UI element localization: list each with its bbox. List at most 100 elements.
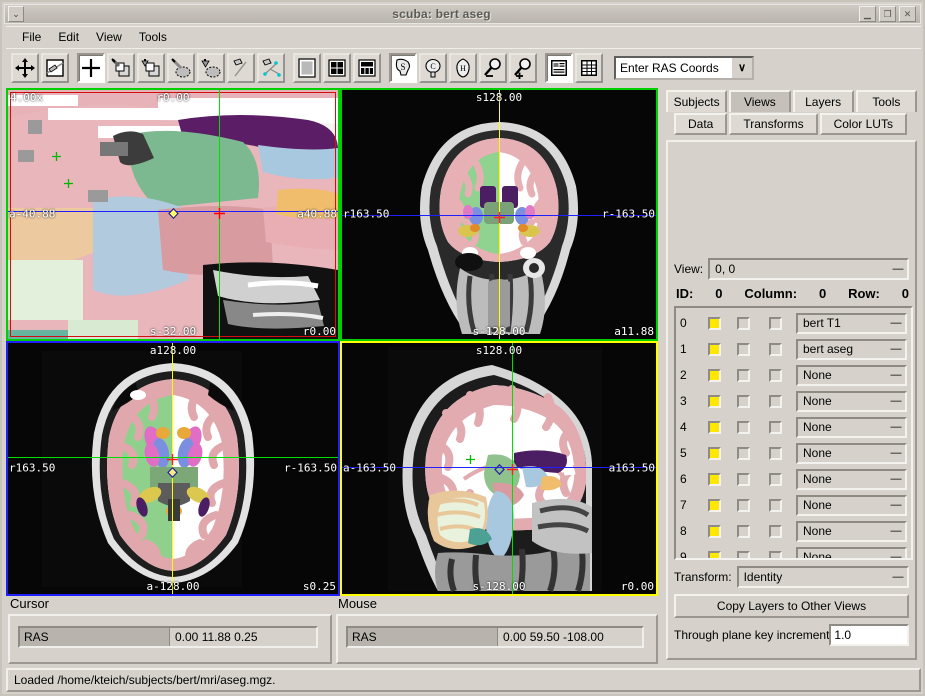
layer-info-checkbox[interactable] [769,499,782,512]
transform-combobox[interactable]: Identity — [737,566,909,588]
ras-coords-input[interactable]: Enter RAS Coords ∨ [614,56,754,80]
layer-visible-checkbox[interactable] [708,395,721,408]
layer-visible-checkbox[interactable] [708,317,721,330]
layer-visible-checkbox[interactable] [708,473,721,486]
copy-layers-to-other-views-button[interactable]: Copy Layers to Other Views [674,594,909,618]
cursor-ras-field[interactable]: RAS 0.00 11.88 0.25 [18,626,318,648]
chevron-down-icon[interactable]: — [887,395,905,407]
layer-info-checkbox[interactable] [769,525,782,538]
edit-path-icon-button[interactable] [257,53,285,83]
sagittal-plane-icon-button[interactable]: S [389,53,417,83]
subtab-data[interactable]: Data [674,113,727,135]
crosshair-marker-icon-button[interactable] [77,53,105,83]
layer-select-combobox[interactable]: None— [796,365,907,386]
chevron-down-icon[interactable]: — [889,571,907,583]
viewport-1-1-sagittal[interactable]: s128.00 s-128.00 a-163.50 a163.50 r0.00 [340,341,658,596]
layer-visible-checkbox[interactable] [708,499,721,512]
layer-info-checkbox[interactable] [769,421,782,434]
viewport-0-0-zoomed-segmentation[interactable]: 4.00x r0.00 s-32.00 a-40.88 a40.88 r0.00 [6,88,340,341]
viewport-0-1-canvas[interactable]: s128.00 s-128.00 r163.50 r-163.50 a11.88 [342,90,656,339]
chevron-down-icon[interactable]: — [889,263,907,275]
menu-tools[interactable]: Tools [131,28,176,46]
layer-visible-checkbox[interactable] [708,525,721,538]
menu-view[interactable]: View [88,28,131,46]
layer-locked-checkbox[interactable] [737,369,750,382]
mouse-ras-field[interactable]: RAS 0.00 59.50 -108.00 [346,626,644,648]
plane-rotate-icon-button[interactable] [41,53,69,83]
chevron-down-icon[interactable]: — [887,447,905,459]
layer-info-checkbox[interactable] [769,447,782,460]
move-navigate-icon-button[interactable] [11,53,39,83]
layer-locked-checkbox[interactable] [737,395,750,408]
layer-info-checkbox[interactable] [769,343,782,356]
layer-select-combobox[interactable]: bert T1— [796,313,907,334]
layer-visible-checkbox[interactable] [708,421,721,434]
layer-info-checkbox[interactable] [769,317,782,330]
viewport-1-0-axial[interactable]: a128.00 a-128.00 r163.50 r-163.50 s0.25 [6,341,340,596]
tab-layers[interactable]: Layers [793,90,854,112]
viewport-1-0-canvas[interactable]: a128.00 a-128.00 r163.50 r-163.50 s0.25 [8,343,338,594]
tab-subjects[interactable]: Subjects [666,90,727,112]
menu-edit[interactable]: Edit [50,28,88,46]
layer-select-combobox[interactable]: None— [796,417,907,438]
layer-info-checkbox[interactable] [769,369,782,382]
viewport-0-0-canvas[interactable]: 4.00x r0.00 s-32.00 a-40.88 a40.88 r0.00 [8,90,338,339]
layer-select-combobox[interactable]: None— [796,469,907,490]
layer-select-combobox[interactable]: None— [796,443,907,464]
layer-locked-checkbox[interactable] [737,447,750,460]
minimize-button[interactable]: ▁ [859,6,876,22]
chevron-down-icon[interactable]: — [887,525,905,537]
chevron-down-icon[interactable]: — [887,369,905,381]
layer-locked-checkbox[interactable] [737,317,750,330]
horizontal-plane-icon-button[interactable]: H [449,53,477,83]
zoom-in-icon-button[interactable] [509,53,537,83]
viewport-0-1-coronal[interactable]: s128.00 s-128.00 r163.50 r-163.50 a11.88 [340,88,658,341]
straight-path-icon-button[interactable] [227,53,255,83]
tab-views[interactable]: Views [729,90,790,112]
layer-visible-checkbox[interactable] [708,551,721,561]
four-view-icon-button[interactable] [323,53,351,83]
layer-select-combobox[interactable]: None— [796,521,907,542]
layer-select-combobox[interactable]: None— [796,547,907,561]
layer-visible-checkbox[interactable] [708,447,721,460]
chevron-down-icon[interactable]: — [887,499,905,511]
single-view-icon-button[interactable] [293,53,321,83]
tab-tools[interactable]: Tools [856,90,917,112]
roi-edit-icon-button[interactable] [167,53,195,83]
chevron-down-icon[interactable]: — [887,343,905,355]
layer-select-combobox[interactable]: bert aseg— [796,339,907,360]
window-menu-icon[interactable]: ⌄ [8,6,24,22]
layer-visible-checkbox[interactable] [708,343,721,356]
subtab-color-luts[interactable]: Color LUTs [820,113,907,135]
layer-locked-checkbox[interactable] [737,343,750,356]
zoom-out-icon-button[interactable] [479,53,507,83]
close-button[interactable]: ✕ [899,6,916,22]
chevron-down-icon[interactable]: — [887,551,905,560]
key-increment-input[interactable]: 1.0 [829,624,909,646]
coronal-plane-icon-button[interactable]: C [419,53,447,83]
layer-select-combobox[interactable]: None— [796,495,907,516]
layer-locked-checkbox[interactable] [737,421,750,434]
view-select-combobox[interactable]: 0, 0 — [708,258,909,280]
layer-info-checkbox[interactable] [769,473,782,486]
layer-visible-checkbox[interactable] [708,369,721,382]
layer-info-checkbox[interactable] [769,395,782,408]
viewport-1-1-canvas[interactable]: s128.00 s-128.00 a-163.50 a163.50 r0.00 [342,343,656,594]
one-over-three-view-icon-button[interactable] [353,53,381,83]
chevron-down-icon[interactable]: — [887,317,905,329]
layer-select-combobox[interactable]: None— [796,391,907,412]
voxel-edit-icon-button[interactable] [107,53,135,83]
maximize-button[interactable]: ❐ [879,6,896,22]
layer-locked-checkbox[interactable] [737,499,750,512]
layer-locked-checkbox[interactable] [737,551,750,561]
layer-locked-checkbox[interactable] [737,525,750,538]
chevron-down-icon[interactable]: — [887,473,905,485]
chevron-down-icon[interactable]: — [887,421,905,433]
ras-coords-value[interactable]: Enter RAS Coords [616,61,732,75]
chevron-down-icon[interactable]: ∨ [732,58,752,78]
tool-properties-icon-button[interactable] [545,53,573,83]
layer-locked-checkbox[interactable] [737,473,750,486]
roi-fill-icon-button[interactable] [197,53,225,83]
layer-info-checkbox[interactable] [769,551,782,561]
subtab-transforms[interactable]: Transforms [729,113,817,135]
